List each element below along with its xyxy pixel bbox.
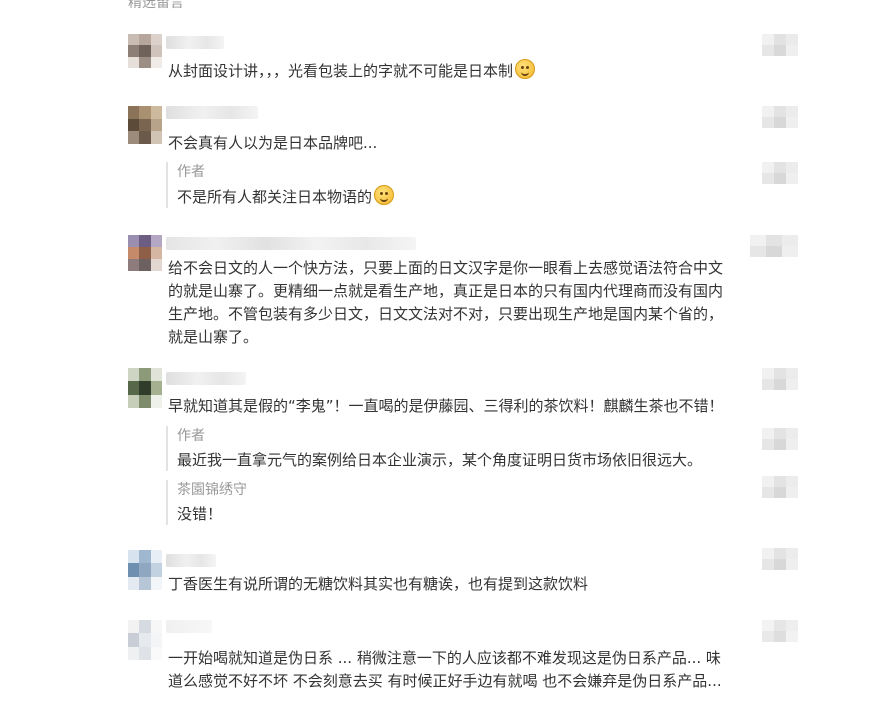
avatar[interactable] [128, 368, 162, 408]
avatar[interactable] [128, 550, 162, 590]
reply: 茶園锦绣守 没错！ [166, 480, 777, 525]
like-button[interactable] [750, 235, 798, 257]
smile-icon [515, 59, 536, 79]
avatar[interactable] [128, 34, 162, 68]
avatar[interactable] [128, 235, 162, 271]
reply-like-button[interactable] [762, 476, 798, 498]
section-title: 精选留言 [128, 0, 184, 11]
reply-author: 茶園锦绣守 [177, 482, 247, 498]
nickname-blurred [166, 106, 258, 119]
reply-text: 不是所有人都关注日本物语的 [177, 185, 777, 208]
reply-text: 没错！ [177, 505, 223, 523]
nickname-blurred [166, 237, 416, 250]
comment-item: 早就知道其是假的“李鬼”！一直喝的是伊藤园、三得利的茶饮料！麒麟生茶也不错！ 作… [128, 368, 798, 528]
avatar[interactable] [128, 620, 162, 660]
comment-text: 丁香医生有说所谓的无糖饮料其实也有糖诶，也有提到这款饮料 [168, 575, 589, 593]
like-button[interactable] [762, 368, 798, 390]
comments-page: 精选留言 从封面设计讲，，，光看包装上的字就不可能是日本制 不会真有人以为是日本… [0, 0, 875, 709]
reply-author: 作者 [177, 164, 205, 180]
nickname-blurred [166, 554, 216, 567]
comment-text: 从封面设计讲，，，光看包装上的字就不可能是日本制 [168, 59, 798, 83]
like-button[interactable] [762, 106, 798, 128]
comment-text: 早就知道其是假的“李鬼”！一直喝的是伊藤园、三得利的茶饮料！麒麟生茶也不错！ [168, 397, 724, 415]
comment-text: 一开始喝就知道是伪日系 ... 稍微注意一下的人应该都不难发现这是伪日系产品..… [168, 649, 722, 690]
reply: 作者 最近我一直拿元气的案例给日本企业演示，某个角度证明日货市场依旧很远大。 [166, 426, 777, 471]
reply-author: 作者 [177, 428, 205, 444]
comment-item: 给不会日文的人一个快方法，只要上面的日文汉字是你一眼看上去感觉语法符合中文 的就… [128, 235, 798, 346]
nickname-blurred [166, 620, 212, 633]
comment-item: 丁香医生有说所谓的无糖饮料其实也有糖诶，也有提到这款饮料 [128, 548, 798, 598]
like-button[interactable] [762, 34, 798, 56]
avatar[interactable] [128, 106, 162, 144]
like-button[interactable] [762, 620, 798, 642]
smile-icon [374, 185, 395, 205]
comment-text: 给不会日文的人一个快方法，只要上面的日文汉字是你一眼看上去感觉语法符合中文 的就… [168, 259, 724, 346]
comment-item: 一开始喝就知道是伪日系 ... 稍微注意一下的人应该都不难发现这是伪日系产品..… [128, 620, 798, 700]
comment-item: 从封面设计讲，，，光看包装上的字就不可能是日本制 [128, 34, 798, 84]
reply-like-button[interactable] [762, 162, 798, 184]
comment-text: 不会真有人以为是日本品牌吧... [168, 134, 378, 152]
reply-like-button[interactable] [762, 428, 798, 450]
like-button[interactable] [762, 548, 798, 570]
comment-item: 不会真有人以为是日本品牌吧... 作者 不是所有人都关注日本物语的 [128, 106, 798, 208]
reply-text: 最近我一直拿元气的案例给日本企业演示，某个角度证明日货市场依旧很远大。 [177, 451, 703, 469]
nickname-blurred [166, 372, 246, 385]
reply: 作者 不是所有人都关注日本物语的 [166, 162, 777, 208]
nickname-blurred [166, 36, 224, 49]
